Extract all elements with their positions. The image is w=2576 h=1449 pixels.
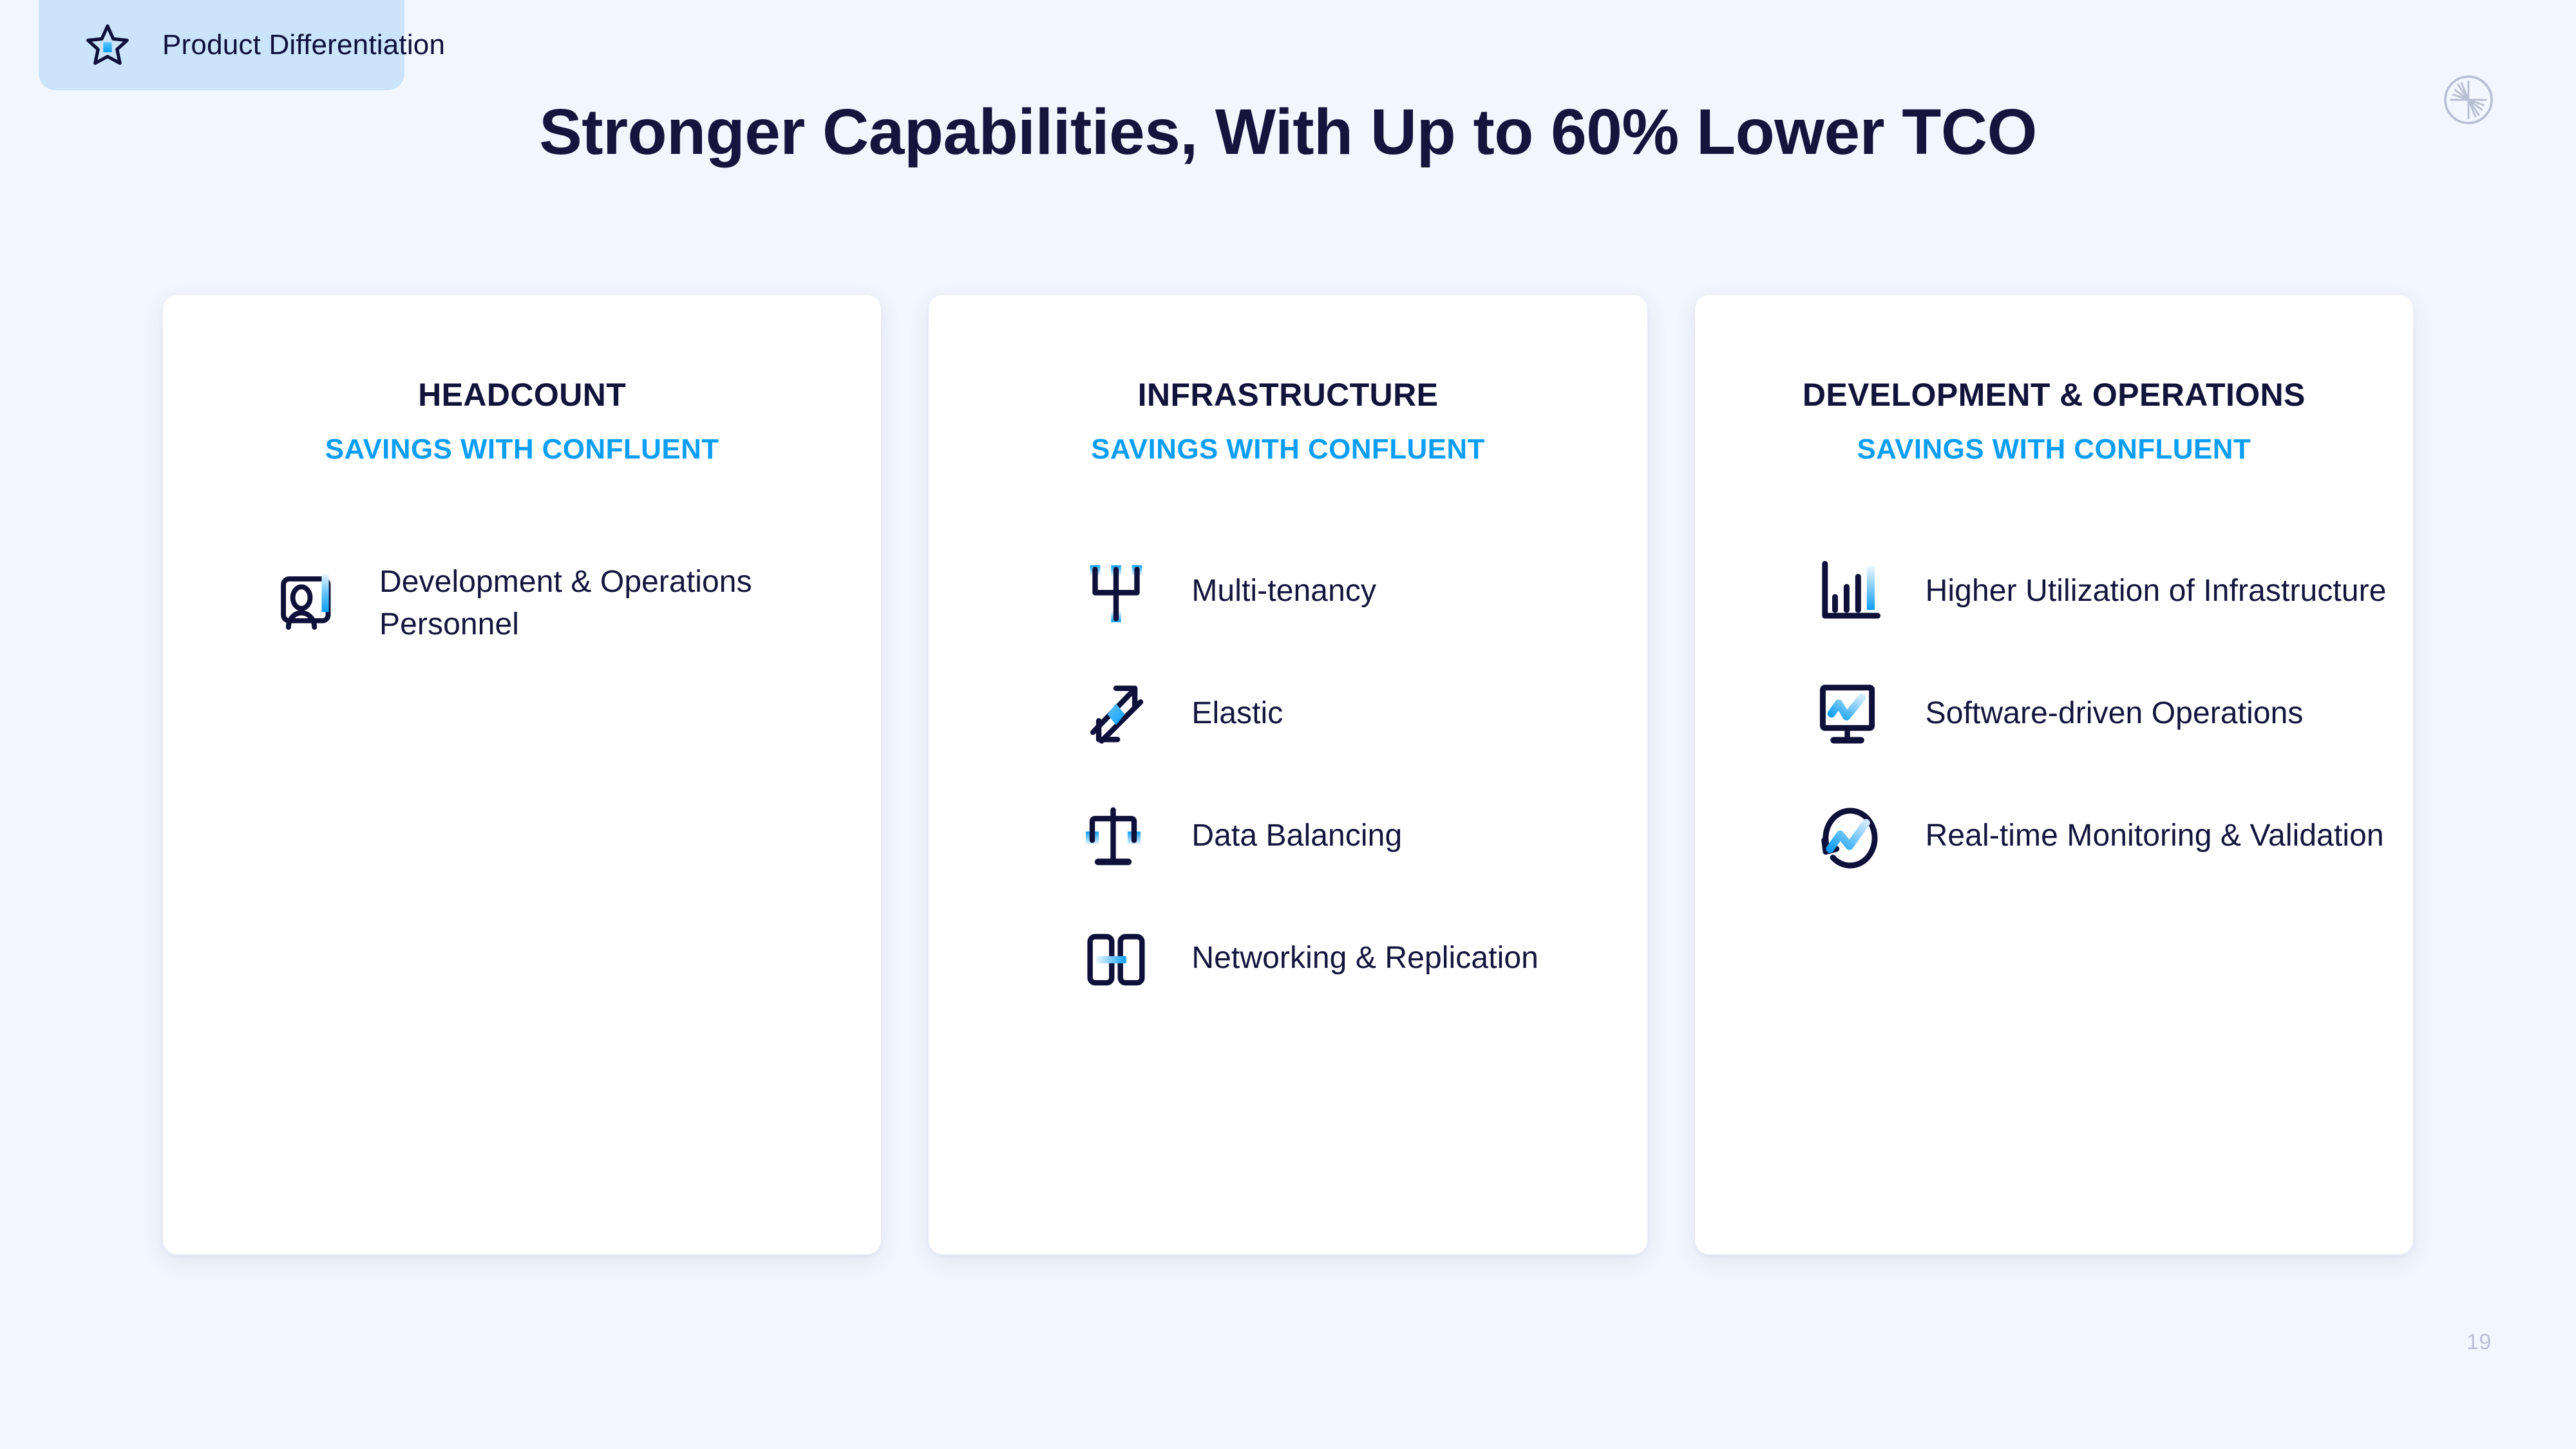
list-item-label: Higher Utilization of Infrastructure [1925, 573, 2387, 608]
list-item-label: Development & Operations Personnel [379, 565, 752, 642]
cards-row: HEADCOUNT SAVINGS WITH CONFLUENT Develop… [163, 295, 2413, 1255]
card-title: DEVELOPMENT & OPERATIONS [1802, 377, 2306, 413]
star-icon [86, 24, 129, 65]
feature-list: Development & Operations Personnel [163, 561, 881, 646]
list-item: Data Balancing [1075, 795, 1647, 876]
badge-label: Product Differentiation [162, 29, 446, 61]
slide-root: Product Differentiation Stronger Capabil… [0, 0, 2576, 1449]
card-title: HEADCOUNT [418, 377, 627, 413]
monitor-chart-icon [1810, 673, 1891, 754]
refresh-chart-icon [1810, 795, 1891, 876]
list-item-label: Real-time Monitoring & Validation [1925, 818, 2384, 853]
card-title: INFRASTRUCTURE [1137, 377, 1439, 413]
bar-chart-icon [1810, 551, 1891, 632]
list-item-label: Software-driven Operations [1925, 696, 2304, 730]
list-item-label: Networking & Replication [1191, 940, 1539, 975]
card-subtitle: SAVINGS WITH CONFLUENT [1091, 433, 1485, 465]
balance-scale-icon [1075, 795, 1157, 876]
list-item: Development & Operations Personnel [272, 561, 881, 646]
page-title: Stronger Capabilities, With Up to 60% Lo… [539, 96, 2037, 168]
product-differentiation-badge: Product Differentiation [39, 0, 445, 90]
list-item: Elastic [1075, 673, 1647, 754]
card-subtitle: SAVINGS WITH CONFLUENT [1857, 433, 2251, 465]
page-number: 19 [2467, 1330, 2492, 1354]
list-item: Networking & Replication [1075, 918, 1647, 999]
list-item: Software-driven Operations [1810, 673, 2413, 754]
list-item: Real-time Monitoring & Validation [1810, 795, 2413, 876]
card-headcount: HEADCOUNT SAVINGS WITH CONFLUENT Develop… [163, 295, 882, 1255]
list-item-label: Multi-tenancy [1191, 573, 1377, 608]
card-development-operations: DEVELOPMENT & OPERATIONS SAVINGS WITH CO… [1694, 295, 2413, 1255]
trident-multi-tenancy-icon [1075, 551, 1157, 632]
two-panels-replication-icon [1075, 918, 1157, 999]
feature-list: Multi-tenancy Elastic Data Balancing Net… [929, 551, 1647, 999]
list-item: Higher Utilization of Infrastructure [1810, 551, 2413, 632]
list-item-label: Data Balancing [1191, 818, 1403, 853]
diagonal-arrows-elastic-icon [1075, 673, 1157, 754]
feature-list: Higher Utilization of Infrastructure Sof… [1695, 551, 2413, 876]
list-item-label: Elastic [1191, 696, 1283, 730]
list-item: Multi-tenancy [1075, 551, 1647, 632]
card-infrastructure: INFRASTRUCTURE SAVINGS WITH CONFLUENT Mu… [929, 295, 1647, 1255]
card-subtitle: SAVINGS WITH CONFLUENT [325, 433, 719, 465]
user-profile-card-icon [272, 563, 354, 644]
